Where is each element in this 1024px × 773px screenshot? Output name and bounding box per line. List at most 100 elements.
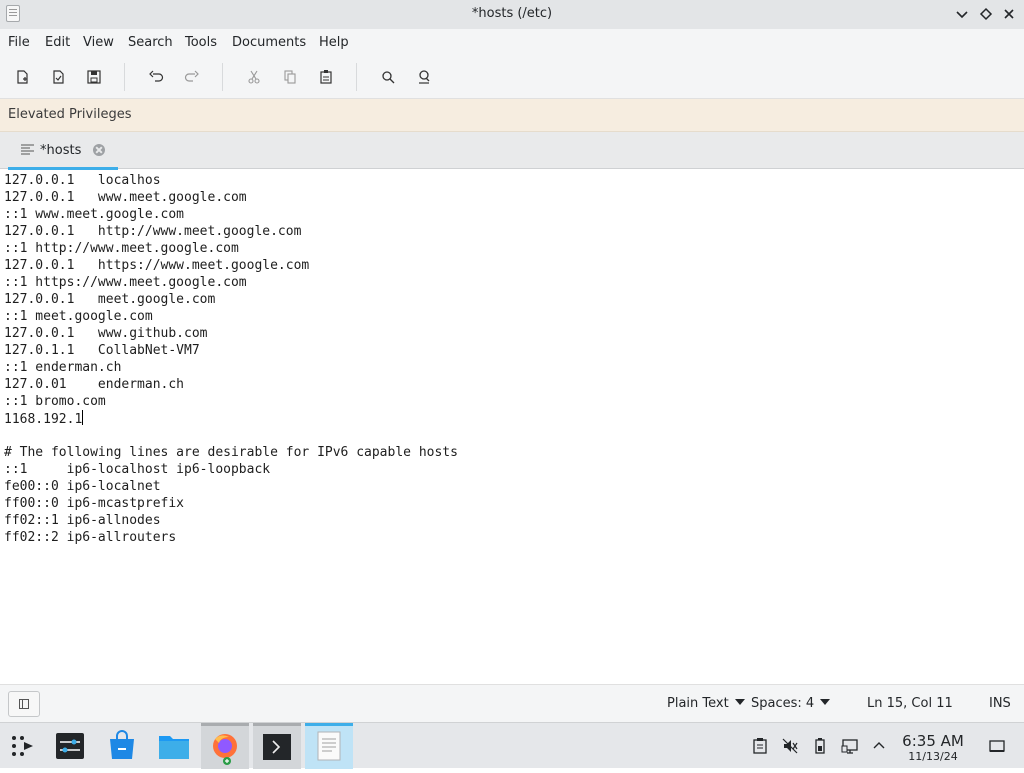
editor-line[interactable]: 127.0.0.1 localhos (4, 172, 458, 189)
undo-icon (149, 70, 164, 82)
taskbar-discover[interactable] (98, 723, 146, 769)
syntax-mode-label: Plain Text (667, 696, 729, 711)
settings-sliders-icon (56, 733, 84, 759)
editor-line[interactable]: 127.0.0.1 http://www.meet.google.com (4, 223, 458, 240)
editor-line[interactable]: ::1 bromo.com (4, 393, 458, 410)
store-bag-icon (110, 730, 134, 759)
toolbar-separator (222, 63, 223, 91)
text-editor-area[interactable]: 127.0.0.1 localhos 127.0.0.1 www.meet.goo… (0, 170, 1024, 684)
editor-line[interactable]: 127.0.0.1 www.github.com (4, 325, 458, 342)
launcher-icon (12, 736, 33, 756)
indent-dropdown[interactable]: Spaces: 4 (751, 696, 831, 711)
window-title: *hosts (/etc) (471, 6, 553, 21)
editor-line[interactable]: ::1 https://www.meet.google.com (4, 274, 458, 291)
redo-icon (184, 70, 199, 82)
copy-icon (284, 70, 296, 84)
menu-search[interactable]: Search (128, 35, 173, 50)
syntax-mode-dropdown[interactable]: Plain Text (667, 696, 745, 711)
taskbar-system-settings[interactable] (46, 723, 94, 769)
taskbar-terminal[interactable] (253, 723, 301, 769)
editor-line[interactable]: 1168.192.1 (4, 410, 458, 427)
title-bar: *hosts (/etc) (0, 0, 1024, 29)
find-button[interactable] (377, 66, 399, 88)
clock-time[interactable]: 6:35 AM (900, 732, 966, 750)
taskbar-firefox[interactable] (201, 723, 249, 769)
tab-hosts[interactable]: *hosts (8, 132, 118, 170)
scissors-icon (248, 70, 260, 84)
tab-label: *hosts (40, 143, 82, 158)
banner-text: Elevated Privileges (8, 107, 132, 122)
new-document-button[interactable] (11, 66, 33, 88)
new-document-icon (17, 70, 28, 84)
status-bar: Plain Text Spaces: 4 Ln 15, Col 11 INS (0, 684, 1024, 722)
application-launcher[interactable] (0, 723, 48, 769)
editor-line[interactable]: 127.0.0.1 www.meet.google.com (4, 189, 458, 206)
save-button[interactable] (83, 66, 105, 88)
editor-line[interactable]: ff02::2 ip6-allrouters (4, 529, 458, 546)
toolbar (0, 55, 1024, 99)
battery-icon[interactable] (811, 737, 829, 755)
undo-button[interactable] (145, 66, 167, 88)
editor-line[interactable]: 127.0.0.1 https://www.meet.google.com (4, 257, 458, 274)
maximize-button[interactable] (977, 5, 995, 23)
taskbar: 6:35 AM 11/13/24 (0, 722, 1024, 769)
editor-line[interactable] (4, 427, 458, 444)
minimize-button[interactable] (953, 5, 971, 23)
find-replace-icon (419, 70, 430, 84)
cursor-position[interactable]: Ln 15, Col 11 (867, 696, 953, 711)
find-replace-button[interactable] (413, 66, 435, 88)
menu-file[interactable]: File (8, 35, 30, 50)
menu-documents[interactable]: Documents (232, 35, 306, 50)
terminal-icon (263, 734, 291, 760)
editor-line[interactable]: 127.0.1.1 CollabNet-VM7 (4, 342, 458, 359)
elevated-privileges-banner: Elevated Privileges (0, 99, 1024, 132)
sidebar-toggle-button[interactable] (8, 691, 40, 717)
toolbar-separator (124, 63, 125, 91)
taskbar-text-editor[interactable] (305, 723, 353, 769)
firefox-icon (213, 734, 237, 765)
chevron-down-icon (820, 699, 831, 705)
editor-line[interactable]: ::1 http://www.meet.google.com (4, 240, 458, 257)
editor-line[interactable]: 127.0.01 enderman.ch (4, 376, 458, 393)
volume-muted-icon[interactable] (781, 737, 799, 755)
diamond-icon (979, 7, 993, 21)
chevron-up-icon[interactable] (870, 737, 888, 755)
indent-label: Spaces: 4 (751, 696, 815, 711)
editor-line[interactable]: ::1 enderman.ch (4, 359, 458, 376)
redo-button[interactable] (181, 66, 203, 88)
menu-tools[interactable]: Tools (185, 35, 217, 50)
editor-line[interactable]: fe00::0 ip6-localnet (4, 478, 458, 495)
clipboard-tray-icon[interactable] (751, 737, 769, 755)
save-icon (87, 70, 101, 84)
chevron-down-icon (956, 11, 968, 19)
editor-line[interactable]: 127.0.0.1 meet.google.com (4, 291, 458, 308)
editor-line[interactable]: ::1 www.meet.google.com (4, 206, 458, 223)
cut-button[interactable] (243, 66, 265, 88)
open-document-icon (53, 70, 64, 84)
close-window-button[interactable] (1000, 5, 1018, 23)
copy-button[interactable] (279, 66, 301, 88)
menu-view[interactable]: View (83, 35, 114, 50)
open-document-button[interactable] (47, 66, 69, 88)
clipboard-icon (320, 70, 332, 84)
insert-mode-indicator[interactable]: INS (989, 696, 1011, 711)
close-tab-icon[interactable] (93, 144, 105, 156)
toolbar-separator (356, 63, 357, 91)
folder-icon (159, 736, 189, 759)
search-icon (382, 71, 395, 84)
editor-line[interactable]: ff00::0 ip6-mcastprefix (4, 495, 458, 512)
show-desktop-icon[interactable] (988, 737, 1006, 755)
menu-help[interactable]: Help (319, 35, 349, 50)
clock-date[interactable]: 11/13/24 (900, 750, 966, 763)
editor-line[interactable]: # The following lines are desirable for … (4, 444, 458, 461)
taskbar-file-manager[interactable] (150, 723, 198, 769)
text-editor-icon (317, 731, 341, 761)
editor-line[interactable]: ff02::1 ip6-allnodes (4, 512, 458, 529)
editor-line[interactable]: ::1 meet.google.com (4, 308, 458, 325)
editor-line[interactable]: ::1 ip6-localhost ip6-loopback (4, 461, 458, 478)
network-icon[interactable] (841, 737, 859, 755)
paste-button[interactable] (315, 66, 337, 88)
editor-content[interactable]: 127.0.0.1 localhos 127.0.0.1 www.meet.goo… (4, 172, 458, 546)
menu-edit[interactable]: Edit (45, 35, 70, 50)
tab-bar: *hosts (0, 132, 1024, 170)
